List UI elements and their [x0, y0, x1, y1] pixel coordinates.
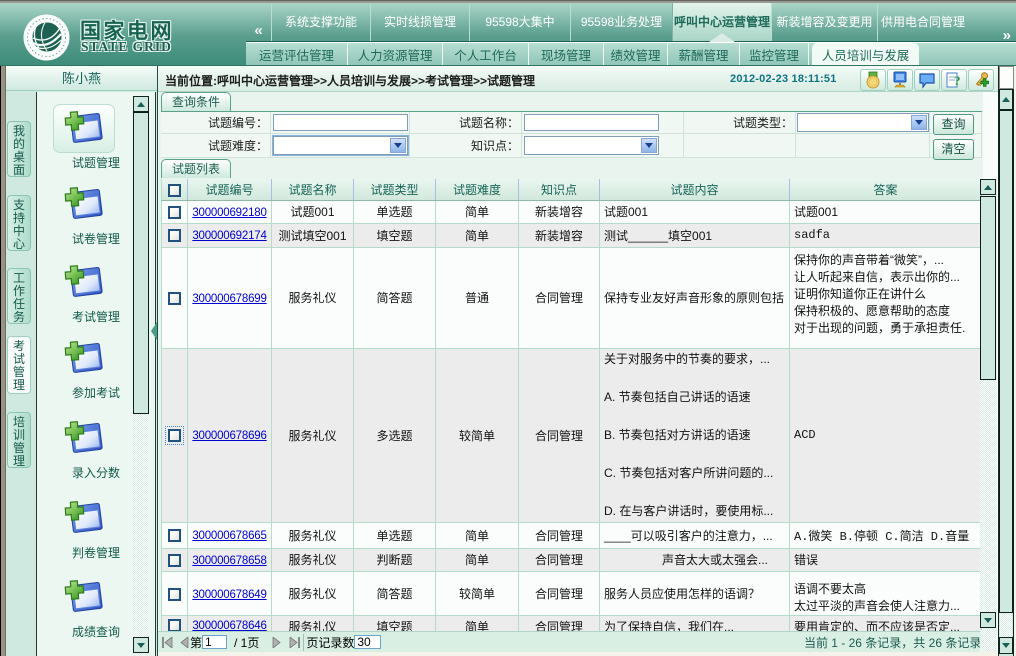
- svg-text:?: ?: [954, 73, 961, 88]
